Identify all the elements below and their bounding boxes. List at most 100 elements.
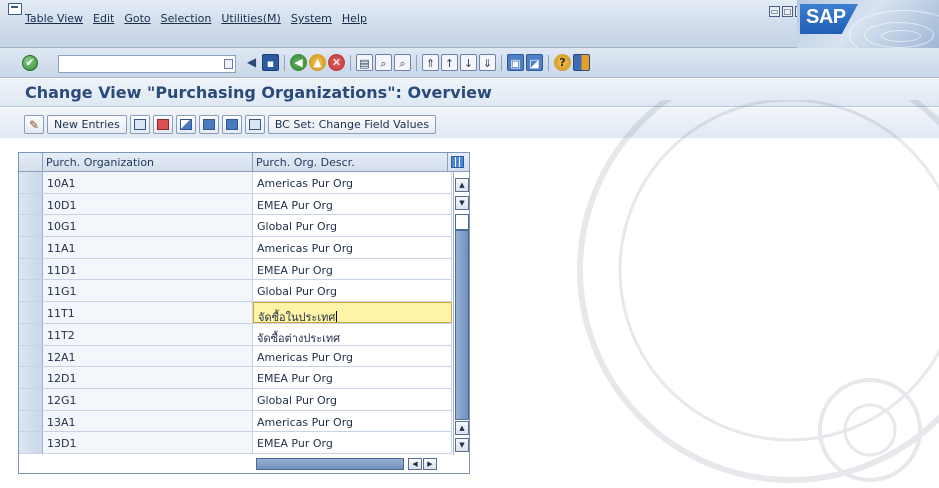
row-selector[interactable] <box>19 258 43 280</box>
next-page-icon[interactable]: ↓ <box>460 54 477 71</box>
table-row[interactable]: 11G1 Global Pur Org <box>19 280 452 303</box>
cell-purch-org-descr[interactable]: จัดซื้อในประเทศ <box>253 302 452 323</box>
scroll-right-button[interactable]: ▶ <box>423 458 437 470</box>
watermark-seal <box>577 100 939 483</box>
undo-change-button[interactable] <box>175 115 196 134</box>
select-all-rows[interactable] <box>19 153 43 171</box>
command-history-icon[interactable] <box>224 59 233 69</box>
row-selector[interactable] <box>19 345 43 367</box>
scroll-track-top[interactable] <box>455 214 469 230</box>
cell-purch-org-descr-text: EMEA Pur Org <box>257 263 333 277</box>
undo-icon <box>179 119 192 130</box>
page-title: Change View "Purchasing Organizations": … <box>25 83 492 102</box>
minimize-button[interactable]: ▭ <box>769 6 780 17</box>
table-row[interactable]: 11T1 จัดซื้อในประเทศ <box>19 302 452 324</box>
row-selector[interactable] <box>19 410 43 432</box>
menu-system[interactable]: System <box>286 8 337 29</box>
cell-purch-org-descr[interactable]: EMEA Pur Org <box>253 258 452 280</box>
bc-set-button[interactable]: BC Set: Change Field Values <box>267 115 437 134</box>
row-selector[interactable] <box>19 280 43 302</box>
scroll-page-down-button[interactable]: ▼ <box>455 438 469 452</box>
row-selector[interactable] <box>19 215 43 237</box>
cancel-icon[interactable]: ✕ <box>328 54 345 71</box>
menu-selection[interactable]: Selection <box>156 8 217 29</box>
row-selector[interactable] <box>19 302 43 323</box>
column-header-purch-org[interactable]: Purch. Organization <box>43 153 253 171</box>
cell-purch-org: 12G1 <box>43 388 253 410</box>
vertical-scrollbar[interactable]: ▲ ▼ ▲ ▼ <box>453 172 469 455</box>
cell-purch-org-descr[interactable]: Global Pur Org <box>253 388 452 410</box>
back-icon[interactable]: ◀ <box>290 54 307 71</box>
save-icon[interactable]: ▪ <box>262 54 279 71</box>
deselect-all-button[interactable] <box>244 115 265 134</box>
print-icon[interactable]: ▤ <box>356 54 373 71</box>
column-header-purch-org-descr[interactable]: Purch. Org. Descr. <box>253 153 448 171</box>
scroll-page-up-button[interactable]: ▲ <box>455 421 469 435</box>
scroll-thumb[interactable] <box>455 230 469 420</box>
maximize-button[interactable]: □ <box>782 6 793 17</box>
last-page-icon[interactable]: ⇓ <box>479 54 496 71</box>
cell-purch-org-descr[interactable]: EMEA Pur Org <box>253 193 452 215</box>
table-row[interactable]: 11T2 จัดซื้อต่างประเทศ <box>19 323 452 346</box>
layout-icon[interactable] <box>573 54 590 71</box>
row-selector[interactable] <box>19 237 43 258</box>
row-selector[interactable] <box>19 193 43 215</box>
find-icon[interactable]: ⌕ <box>375 54 392 71</box>
select-block-button[interactable] <box>221 115 242 134</box>
cell-purch-org-descr-text: จัดซื้อต่างประเทศ <box>257 331 341 345</box>
display-change-button[interactable]: ✎ <box>24 115 44 134</box>
menu-table-view[interactable]: Table View <box>20 8 88 29</box>
cell-purch-org-descr[interactable]: Americas Pur Org <box>253 410 452 432</box>
table-row[interactable]: 12A1 Americas Pur Org <box>19 345 452 368</box>
horizontal-scroll-thumb[interactable] <box>256 458 404 470</box>
help-icon[interactable]: ? <box>554 54 571 71</box>
cell-purch-org-descr[interactable]: Americas Pur Org <box>253 237 452 258</box>
cell-purch-org-descr[interactable]: Americas Pur Org <box>253 345 452 367</box>
new-entries-button[interactable]: New Entries <box>47 115 127 134</box>
horizontal-scrollbar[interactable]: ◀ ▶ <box>256 457 446 471</box>
find-next-icon[interactable]: ⌕ <box>394 54 411 71</box>
shortcut-icon[interactable]: ◪ <box>526 54 543 71</box>
row-selector[interactable] <box>19 432 43 453</box>
select-all-button[interactable] <box>198 115 219 134</box>
table-row[interactable]: 11A1 Americas Pur Org <box>19 237 452 259</box>
menu-help[interactable]: Help <box>337 8 372 29</box>
exit-icon[interactable]: ▲ <box>309 54 326 71</box>
table-row[interactable]: 12G1 Global Pur Org <box>19 388 452 411</box>
table-row[interactable]: 10D1 EMEA Pur Org <box>19 193 452 216</box>
scroll-up-button[interactable]: ▲ <box>455 178 469 192</box>
table-row[interactable]: 12D1 EMEA Pur Org <box>19 367 452 389</box>
menu-utilities[interactable]: Utilities(M) <box>216 8 285 29</box>
table-row[interactable]: 11D1 EMEA Pur Org <box>19 258 452 281</box>
table-row[interactable]: 10A1 Americas Pur Org <box>19 172 452 194</box>
delete-button[interactable] <box>152 115 173 134</box>
table-rows: 10A1 Americas Pur Org 10D1 EMEA Pur Org 10G1… <box>19 172 452 454</box>
cell-purch-org-descr[interactable]: Global Pur Org <box>253 280 452 302</box>
first-page-icon[interactable]: ⇑ <box>422 54 439 71</box>
table-row[interactable]: 13A1 Americas Pur Org <box>19 410 452 433</box>
menu-edit[interactable]: Edit <box>88 8 119 29</box>
row-selector[interactable] <box>19 388 43 410</box>
create-session-icon[interactable]: ▣ <box>507 54 524 71</box>
menu-goto[interactable]: Goto <box>119 8 155 29</box>
row-selector[interactable] <box>19 323 43 345</box>
command-field[interactable] <box>58 55 236 73</box>
table-row[interactable]: 13D1 EMEA Pur Org <box>19 432 452 454</box>
cell-purch-org-descr[interactable]: จัดซื้อต่างประเทศ <box>253 323 452 345</box>
scroll-down-button[interactable]: ▼ <box>455 196 469 210</box>
row-selector[interactable] <box>19 172 43 193</box>
cell-purch-org-descr[interactable]: EMEA Pur Org <box>253 367 452 388</box>
back-nav-icon[interactable]: ◀ <box>243 54 260 71</box>
cell-purch-org-descr[interactable]: EMEA Pur Org <box>253 432 452 453</box>
cell-purch-org-descr-text: Global Pur Org <box>257 393 337 407</box>
enter-icon[interactable]: ✔ <box>22 55 38 71</box>
table-settings-button[interactable] <box>448 153 467 171</box>
scroll-left-button[interactable]: ◀ <box>408 458 422 470</box>
cell-purch-org: 11T1 <box>43 302 253 323</box>
previous-page-icon[interactable]: ↑ <box>441 54 458 71</box>
table-row[interactable]: 10G1 Global Pur Org <box>19 215 452 238</box>
cell-purch-org-descr[interactable]: Americas Pur Org <box>253 172 452 193</box>
cell-purch-org-descr[interactable]: Global Pur Org <box>253 215 452 237</box>
row-selector[interactable] <box>19 367 43 388</box>
copy-as-button[interactable] <box>129 115 150 134</box>
